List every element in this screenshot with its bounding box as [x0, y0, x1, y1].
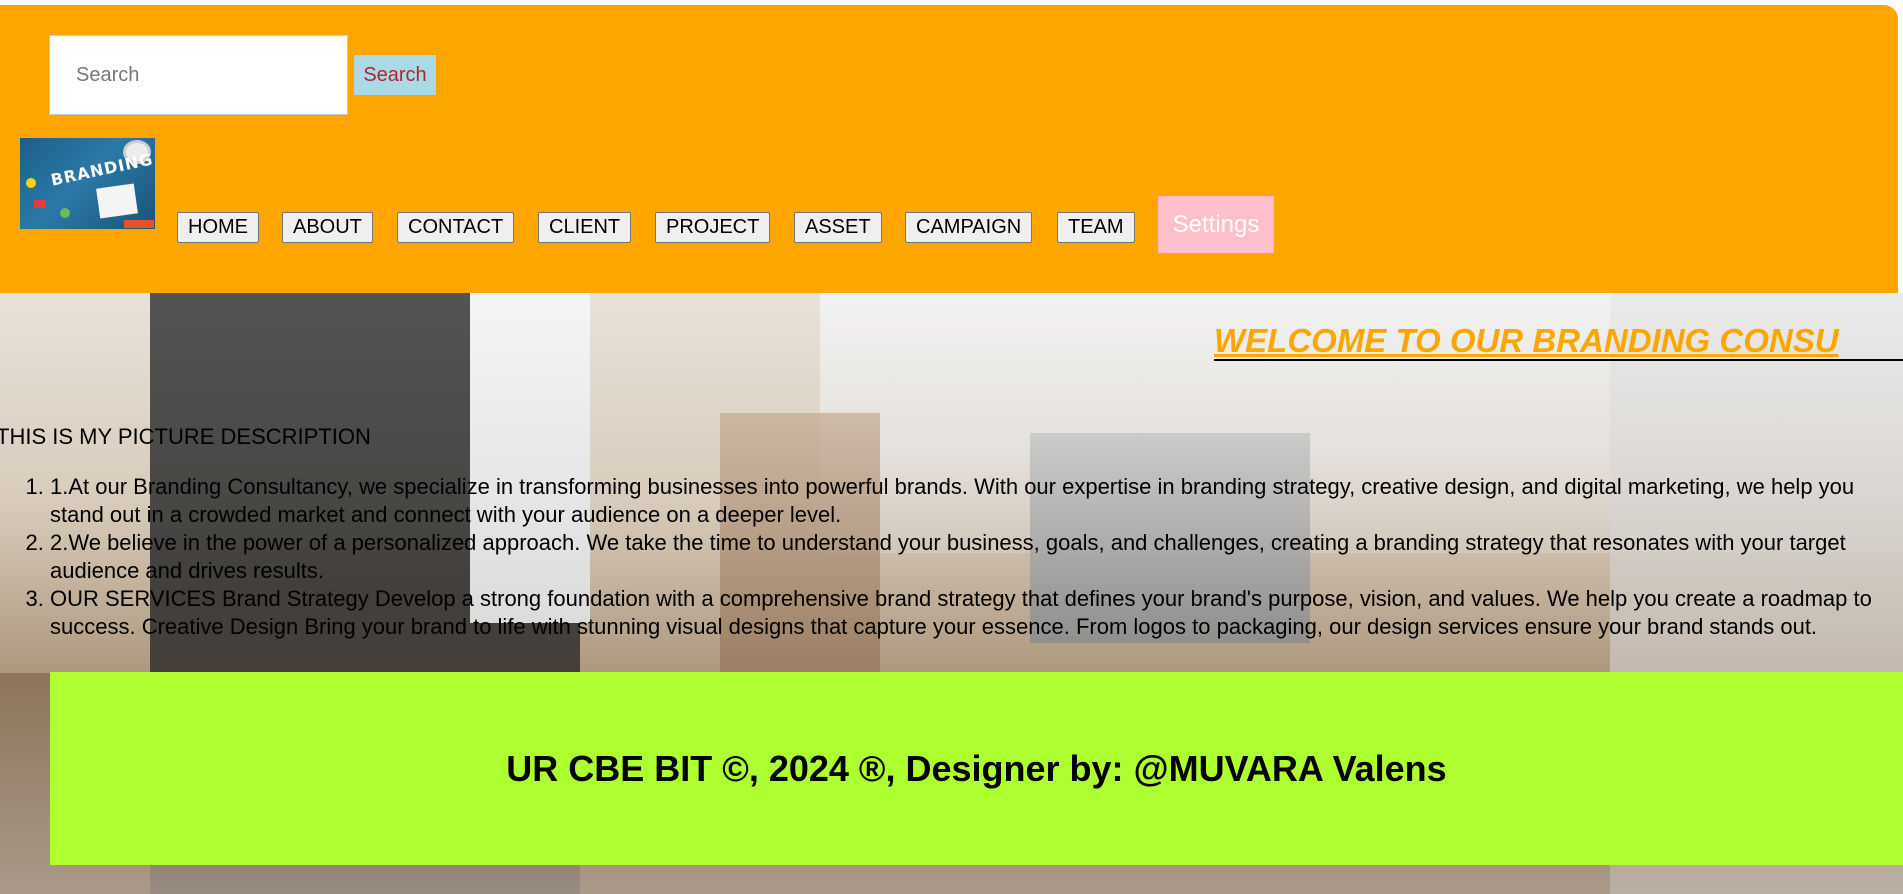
site-footer: UR CBE BIT ©, 2024 ®, Designer by: @MUVA… [50, 672, 1903, 865]
nav-team-button[interactable]: TEAM [1057, 212, 1135, 243]
site-header: Search BRANDING HOME ABOUT CONTACT CLIEN… [0, 5, 1898, 293]
search-input[interactable] [49, 35, 348, 115]
welcome-underline [1214, 359, 1903, 361]
list-item: 2.We believe in the power of a personali… [50, 529, 1903, 585]
nav-asset-button[interactable]: ASSET [794, 212, 882, 243]
nav-client-button[interactable]: CLIENT [538, 212, 632, 243]
nav-contact-button[interactable]: CONTACT [397, 212, 515, 243]
welcome-heading: WELCOME TO OUR BRANDING CONSU [1214, 322, 1839, 359]
logo-decoration [96, 183, 138, 219]
list-item: 1.At our Branding Consultancy, we specia… [50, 473, 1903, 529]
nav-campaign-button[interactable]: CAMPAIGN [905, 212, 1033, 243]
settings-button[interactable]: Settings [1158, 196, 1274, 253]
nav-home-button[interactable]: HOME [177, 212, 259, 243]
picture-description: THIS IS MY PICTURE DESCRIPTION [0, 424, 371, 449]
footer-copyright: UR CBE BIT ©, 2024 ®, Designer by: @MUVA… [506, 748, 1447, 789]
logo-decoration [124, 220, 154, 228]
logo-decoration [26, 178, 36, 188]
list-item: OUR SERVICES Brand Strategy Develop a st… [50, 585, 1903, 641]
logo-decoration [60, 208, 70, 218]
logo-wordmark: BRANDING [49, 149, 155, 190]
services-list: 1.At our Branding Consultancy, we specia… [0, 473, 1903, 641]
logo-decoration [34, 200, 46, 208]
nav-project-button[interactable]: PROJECT [655, 212, 771, 243]
nav-about-button[interactable]: ABOUT [282, 212, 373, 243]
search-button[interactable]: Search [354, 55, 436, 95]
branding-logo-image: BRANDING [20, 138, 155, 229]
